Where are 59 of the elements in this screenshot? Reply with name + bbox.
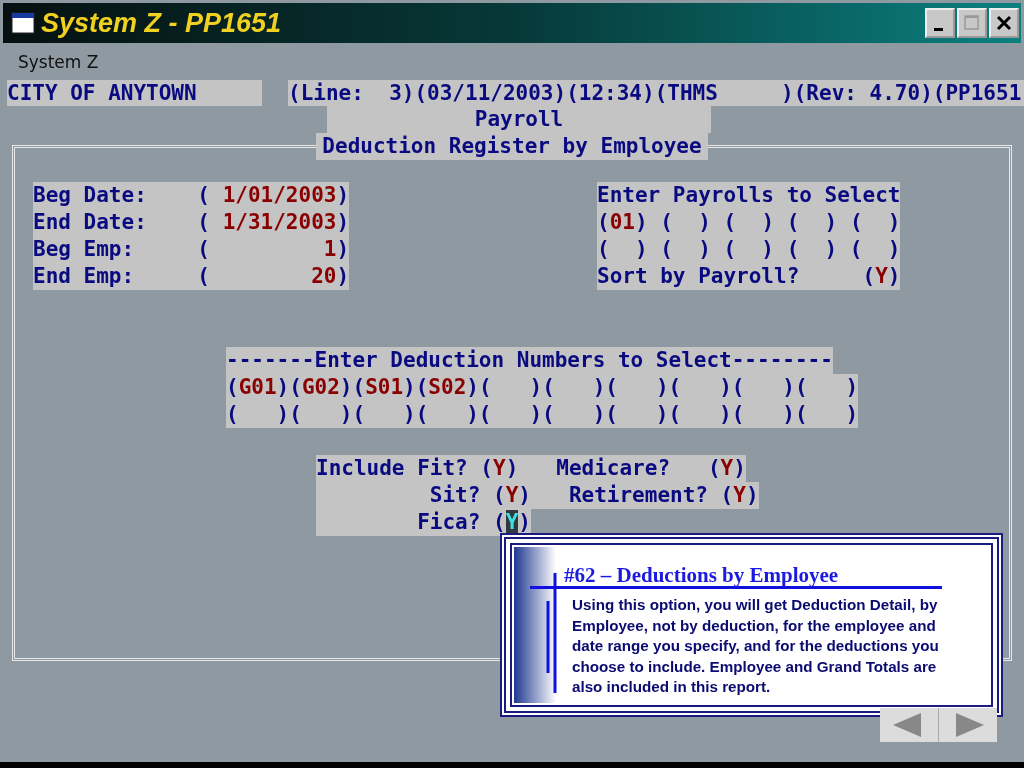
- prompt-text: Enter Payrolls to Select: [597, 183, 901, 207]
- prompt-text: )(: [403, 375, 429, 399]
- prompt-text: End Emp: (: [33, 264, 210, 288]
- menu-item[interactable]: System Z: [18, 51, 99, 72]
- previous-button[interactable]: [880, 708, 938, 742]
- prompt-text: )(: [339, 375, 366, 399]
- field-value[interactable]: G01: [238, 375, 277, 399]
- prompt-text: ): [887, 264, 901, 288]
- prompt-text: (: [597, 210, 610, 234]
- prompt-text: Fica? (: [416, 510, 506, 534]
- prompt-text: ): [336, 210, 350, 234]
- close-button[interactable]: [989, 8, 1019, 38]
- callout-title: #62 – Deductions by Employee: [564, 563, 839, 588]
- prompt-text: Sort by Payroll? (: [597, 264, 876, 288]
- prompt-text: ): [336, 183, 350, 207]
- prompt-text: Sit? (: [428, 483, 506, 507]
- field-value[interactable]: S01: [365, 375, 404, 399]
- field-value[interactable]: 1/31/2003: [210, 210, 337, 234]
- next-button[interactable]: [939, 708, 997, 742]
- close-icon: [994, 13, 1014, 33]
- minimize-icon: [933, 27, 943, 31]
- prompt-text: ( ) ( ) ( ) ( ) ( ): [597, 237, 901, 261]
- minimize-button[interactable]: [925, 8, 955, 38]
- prompt-text: )(: [276, 375, 302, 399]
- prompt-text: Include Fit? (: [316, 456, 493, 480]
- prompt-text: ) Retirement? (: [518, 483, 734, 507]
- prompt-text: -------Enter Deduction Numbers to Select--------: [226, 348, 833, 372]
- prompt-text: Beg Emp: (: [33, 237, 210, 261]
- field-value[interactable]: Y: [875, 264, 888, 288]
- field-value[interactable]: 1/01/2003: [210, 183, 337, 207]
- prompt-text: ): [745, 483, 759, 507]
- prompt-text: End Date: (: [33, 210, 210, 234]
- field-value[interactable]: 20: [210, 264, 337, 288]
- callout-text: Using this option, you will get Deduction Detail, by Employee, not by deduction, for the employee and date range you specify, and for the deductions you choose to include. Employee and Grand Totals are also included in this report.: [572, 595, 940, 697]
- field-value[interactable]: G02: [301, 375, 340, 399]
- prompt-text: (: [226, 375, 239, 399]
- field-value[interactable]: S02: [428, 375, 467, 399]
- prompt-text: ): [518, 510, 531, 534]
- prompt-text: )( )( )( )( )( )( ): [466, 375, 859, 399]
- cursor-field-value[interactable]: Y: [505, 510, 519, 534]
- field-value[interactable]: 1: [210, 237, 337, 261]
- field-value[interactable]: Y: [505, 483, 519, 507]
- field-value[interactable]: Y: [720, 456, 734, 480]
- prompt-text: ): [336, 237, 350, 261]
- prompt-text: Beg Date: (: [33, 183, 210, 207]
- field-value[interactable]: Y: [493, 456, 506, 480]
- field-value[interactable]: 01: [609, 210, 635, 234]
- prompt-text: ): [336, 264, 350, 288]
- window-title: System Z - PP1651: [41, 7, 282, 39]
- prompt-text: ) ( ) ( ) ( ) ( ): [634, 210, 901, 234]
- screen-subtitle: Payroll: [327, 106, 711, 133]
- prompt-text: ( )( )( )( )( )( )( )( )( )( ): [226, 402, 859, 426]
- prompt-text: ): [733, 456, 746, 480]
- maximize-icon: [962, 13, 982, 33]
- prompt-text: ) Medicare? (: [505, 456, 721, 480]
- company-name: CITY OF ANYTOWN: [7, 80, 262, 106]
- form-title: Deduction Register by Employee: [316, 133, 708, 160]
- field-value[interactable]: Y: [733, 483, 746, 507]
- window-icon: [11, 12, 35, 34]
